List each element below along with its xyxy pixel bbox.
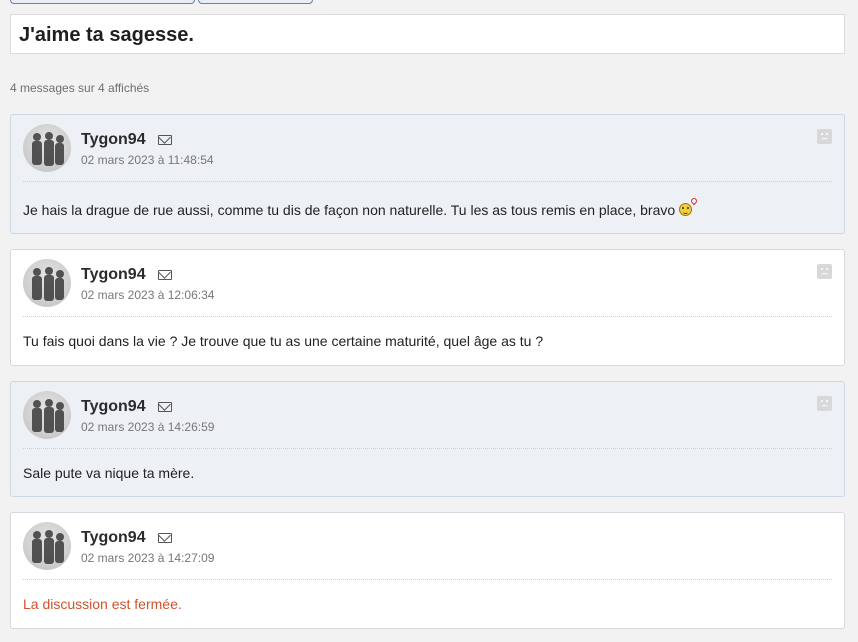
top-action-button-2[interactable] [198,0,313,4]
message-text: Tu fais quoi dans la vie ? Je trouve que… [23,333,544,349]
author-name[interactable]: Tygon94 [81,398,146,416]
report-icon[interactable] [817,396,832,411]
message-date: 02 mars 2023 à 12:06:34 [81,288,215,302]
report-icon[interactable] [817,129,832,144]
message-count: 4 messages sur 4 affichés [10,81,150,95]
avatar[interactable] [23,259,71,307]
avatar[interactable] [23,391,71,439]
message-card: Tygon94 02 mars 2023 à 14:26:59 Sale put… [10,381,845,497]
message-card: Tygon94 02 mars 2023 à 11:48:54 Je hais … [10,114,845,234]
author-name[interactable]: Tygon94 [81,529,146,547]
author-name[interactable]: Tygon94 [81,131,146,149]
message-body: Tu fais quoi dans la vie ? Je trouve que… [23,333,543,349]
top-action-button-1[interactable] [10,0,195,4]
message-card: Tygon94 02 mars 2023 à 14:27:09 La discu… [10,512,845,629]
divider [23,579,832,580]
thread-title-text: J'aime ta sagesse. [19,24,194,46]
message-body: Sale pute va nique ta mère. [23,465,194,481]
mail-icon[interactable] [158,135,172,145]
divider [23,181,832,182]
message-text: Sale pute va nique ta mère. [23,465,195,481]
message-text: La discussion est fermée. [23,596,182,612]
message-text: Je hais la drague de rue aussi, comme tu… [23,202,676,218]
in-love-smiley-icon [679,196,699,216]
author-name[interactable]: Tygon94 [81,266,146,284]
avatar[interactable] [23,522,71,570]
mail-icon[interactable] [158,533,172,543]
report-icon[interactable] [817,264,832,279]
mail-icon[interactable] [158,402,172,412]
divider [23,316,832,317]
divider [23,448,832,449]
message-body: Je hais la drague de rue aussi, comme tu… [23,196,699,218]
avatar[interactable] [23,124,71,172]
message-date: 02 mars 2023 à 11:48:54 [81,153,214,167]
thread-title: J'aime ta sagesse. [10,14,845,54]
message-date: 02 mars 2023 à 14:26:59 [81,420,215,434]
mail-icon[interactable] [158,270,172,280]
closed-notice: La discussion est fermée. [23,596,182,612]
message-date: 02 mars 2023 à 14:27:09 [81,551,215,565]
message-card: Tygon94 02 mars 2023 à 12:06:34 Tu fais … [10,249,845,366]
